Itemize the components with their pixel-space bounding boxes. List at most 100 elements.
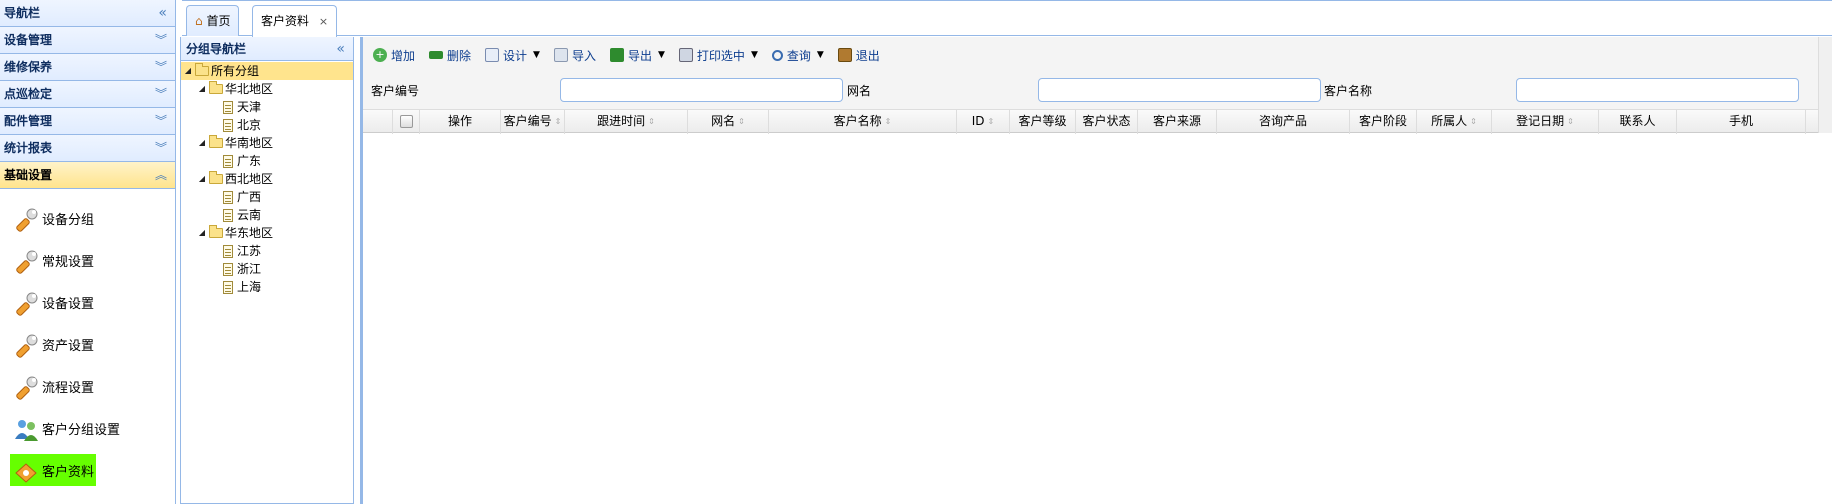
- expand-toggle-icon[interactable]: ◢: [181, 62, 195, 80]
- nav-item-workflow-settings[interactable]: 流程设置: [0, 365, 175, 407]
- nav-item-customer-group-settings[interactable]: 客户分组设置: [0, 407, 175, 449]
- dropdown-arrow-icon[interactable]: ▼: [751, 50, 758, 60]
- delete-button-label: 删除: [447, 48, 472, 63]
- design-button[interactable]: 设计 ▼: [485, 47, 540, 64]
- column-header[interactable]: 操作: [420, 110, 501, 134]
- tree-node-label: 云南: [237, 208, 262, 222]
- expand-toggle-icon[interactable]: ◢: [195, 224, 209, 242]
- nav-section-basic-settings[interactable]: 基础设置 ︽: [0, 162, 175, 189]
- column-header[interactable]: 网名 ⇕: [688, 110, 769, 134]
- tree-node-leaf[interactable]: 广东: [181, 152, 353, 170]
- home-icon: ⌂: [195, 14, 203, 28]
- tab-home[interactable]: ⌂ 首页: [186, 5, 240, 36]
- excel-icon: [609, 48, 624, 62]
- nav-item-device-settings[interactable]: 设备设置: [0, 281, 175, 323]
- column-label: 客户阶段: [1358, 114, 1407, 128]
- tree-node-leaf[interactable]: 江苏: [181, 242, 353, 260]
- nav-title-bar: 导航栏 «: [0, 0, 175, 27]
- column-label: 网名: [711, 114, 736, 128]
- chevron-up-icon: ︽: [154, 168, 167, 182]
- close-icon[interactable]: ×: [319, 15, 328, 28]
- column-header[interactable]: 咨询产品: [1217, 110, 1350, 134]
- collapse-tree-icon[interactable]: «: [336, 37, 345, 61]
- nav-item-asset-settings[interactable]: 资产设置: [0, 323, 175, 365]
- select-all-checkbox[interactable]: [399, 115, 413, 128]
- column-header[interactable]: ID ⇕: [957, 110, 1010, 134]
- column-header[interactable]: 客户等级: [1010, 110, 1076, 134]
- column-header[interactable]: 客户状态: [1076, 110, 1138, 134]
- tree-node-leaf[interactable]: 上海: [181, 278, 353, 296]
- nav-item-customer-profile[interactable]: 客户资料: [0, 449, 175, 491]
- select-all-column[interactable]: [393, 110, 420, 134]
- users-icon: [10, 413, 40, 443]
- column-header[interactable]: 手机: [1677, 110, 1806, 134]
- tree-node-leaf[interactable]: 北京: [181, 116, 353, 134]
- tree-node-leaf[interactable]: 天津: [181, 98, 353, 116]
- tree-node-group[interactable]: ◢ 华东地区: [181, 224, 353, 242]
- tree-panel-title: 分组导航栏: [186, 42, 247, 56]
- nav-section-reports[interactable]: 统计报表 ︾: [0, 135, 175, 162]
- nav-section-inspection[interactable]: 点巡检定 ︾: [0, 81, 175, 108]
- expand-toggle-icon[interactable]: ◢: [195, 80, 209, 98]
- add-button[interactable]: + 增加: [373, 47, 415, 64]
- chevron-down-icon: ︾: [154, 60, 167, 74]
- column-header[interactable]: 客户编号 ⇕: [501, 110, 565, 134]
- print-selected-button[interactable]: 打印选中 ▼: [678, 47, 758, 64]
- query-button-label: 查询: [786, 48, 811, 63]
- tree-node-root[interactable]: ◢ 所有分组: [181, 62, 353, 80]
- dropdown-arrow-icon[interactable]: ▼: [658, 50, 665, 60]
- exit-button[interactable]: 退出: [837, 47, 880, 64]
- tree-node-label: 上海: [237, 280, 262, 294]
- folder-icon: [195, 63, 209, 76]
- tree-node-leaf[interactable]: 云南: [181, 206, 353, 224]
- delete-button[interactable]: 删除: [429, 47, 471, 64]
- nav-item-general-settings[interactable]: 常规设置: [0, 239, 175, 281]
- vertical-scrollbar[interactable]: [1818, 37, 1832, 133]
- nav-section-maintenance[interactable]: 维修保养 ︾: [0, 54, 175, 81]
- export-button[interactable]: 导出 ▼: [609, 47, 665, 64]
- tree-node-group[interactable]: ◢ 华南地区: [181, 134, 353, 152]
- column-label: 操作: [447, 114, 472, 128]
- file-icon: [223, 154, 233, 168]
- nav-item-label: 设备分组: [42, 212, 95, 228]
- column-header[interactable]: 客户来源: [1138, 110, 1217, 134]
- nav-section-device-management[interactable]: 设备管理 ︾: [0, 27, 175, 54]
- customer-no-input[interactable]: [560, 78, 843, 102]
- wrench-icon: [10, 203, 40, 233]
- column-header[interactable]: 客户阶段: [1350, 110, 1417, 134]
- query-button[interactable]: 查询 ▼: [771, 47, 824, 64]
- collapse-nav-icon[interactable]: «: [158, 0, 167, 26]
- delete-icon: [429, 51, 444, 59]
- wrench-icon: [10, 371, 40, 401]
- tree-node-group[interactable]: ◢ 华北地区: [181, 80, 353, 98]
- column-header[interactable]: 客户名称 ⇕: [769, 110, 957, 134]
- customer-name-input[interactable]: [1516, 78, 1799, 102]
- sort-icon: ⇕: [738, 117, 745, 126]
- nav-item-label: 客户资料: [42, 460, 95, 480]
- expand-toggle-icon[interactable]: ◢: [195, 170, 209, 188]
- column-header[interactable]: 联系人: [1599, 110, 1677, 134]
- dropdown-arrow-icon[interactable]: ▼: [817, 50, 824, 60]
- file-icon: [223, 190, 233, 204]
- nav-section-parts[interactable]: 配件管理 ︾: [0, 108, 175, 135]
- tree-node-leaf[interactable]: 广西: [181, 188, 353, 206]
- tree-node-leaf[interactable]: 浙江: [181, 260, 353, 278]
- exit-door-icon: [837, 48, 852, 62]
- column-header[interactable]: 所属人 ⇕: [1417, 110, 1492, 134]
- sort-icon: ⇕: [1567, 117, 1574, 126]
- tree-node-group[interactable]: ◢ 西北地区: [181, 170, 353, 188]
- column-header[interactable]: 登记日期 ⇕: [1492, 110, 1599, 134]
- tree-node-label: 华南地区: [225, 136, 274, 150]
- dropdown-arrow-icon[interactable]: ▼: [533, 50, 540, 60]
- import-button[interactable]: 导入: [553, 47, 596, 64]
- row-number-column: [363, 110, 393, 134]
- group-tree-panel: 分组导航栏 « ◢ 所有分组 ◢ 华北地区 天津 北京 ◢ 华南地区 广东 ◢ …: [180, 37, 354, 504]
- tree-body: ◢ 所有分组 ◢ 华北地区 天津 北京 ◢ 华南地区 广东 ◢ 西北地区 广西 …: [181, 61, 353, 296]
- expand-toggle-icon[interactable]: ◢: [195, 134, 209, 152]
- nav-item-device-group[interactable]: 设备分组: [0, 197, 175, 239]
- net-name-input[interactable]: [1038, 78, 1321, 102]
- wrench-icon: [10, 245, 40, 275]
- tab-customer-profile[interactable]: 客户资料 ×: [252, 5, 338, 37]
- column-header[interactable]: 跟进时间 ⇕: [565, 110, 688, 134]
- nav-section-label: 维修保养: [4, 60, 53, 74]
